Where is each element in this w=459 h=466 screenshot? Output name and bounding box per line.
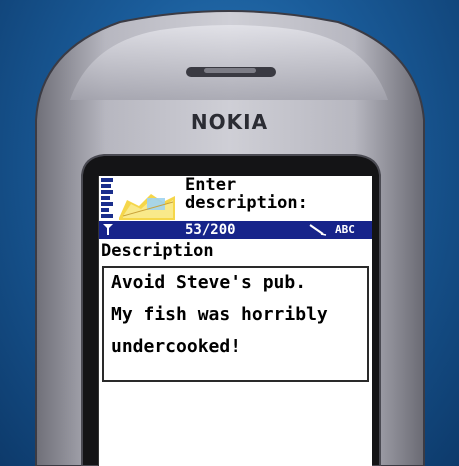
field-label: Description <box>101 241 214 261</box>
context-app-icon <box>119 194 175 220</box>
pen-input-icon <box>309 224 327 236</box>
status-bar: 53/200 ABC <box>99 221 372 239</box>
prompt-title: Enter description: <box>185 176 308 212</box>
input-line-1: Avoid Steve's pub. <box>111 272 307 293</box>
char-counter: 53/200 <box>185 222 236 238</box>
input-line-3: undercooked! <box>111 336 242 357</box>
input-mode-indicator: ABC <box>335 223 355 236</box>
prompt-line-2: description: <box>185 193 308 213</box>
signal-strength-icon <box>103 224 113 235</box>
description-input[interactable]: Avoid Steve's pub. My fish was horribly … <box>102 266 369 382</box>
prompt-line-1: Enter <box>185 176 237 195</box>
background: NOKIA Enter description: 53/200 ABC Desc… <box>0 0 459 466</box>
phone-screen: Enter description: 53/200 ABC Descriptio… <box>98 176 372 466</box>
screen-header: Enter description: <box>99 176 372 222</box>
signal-level-bars <box>101 178 113 222</box>
brand-logo: NOKIA <box>190 110 269 134</box>
input-line-2: My fish was horribly <box>111 304 328 325</box>
